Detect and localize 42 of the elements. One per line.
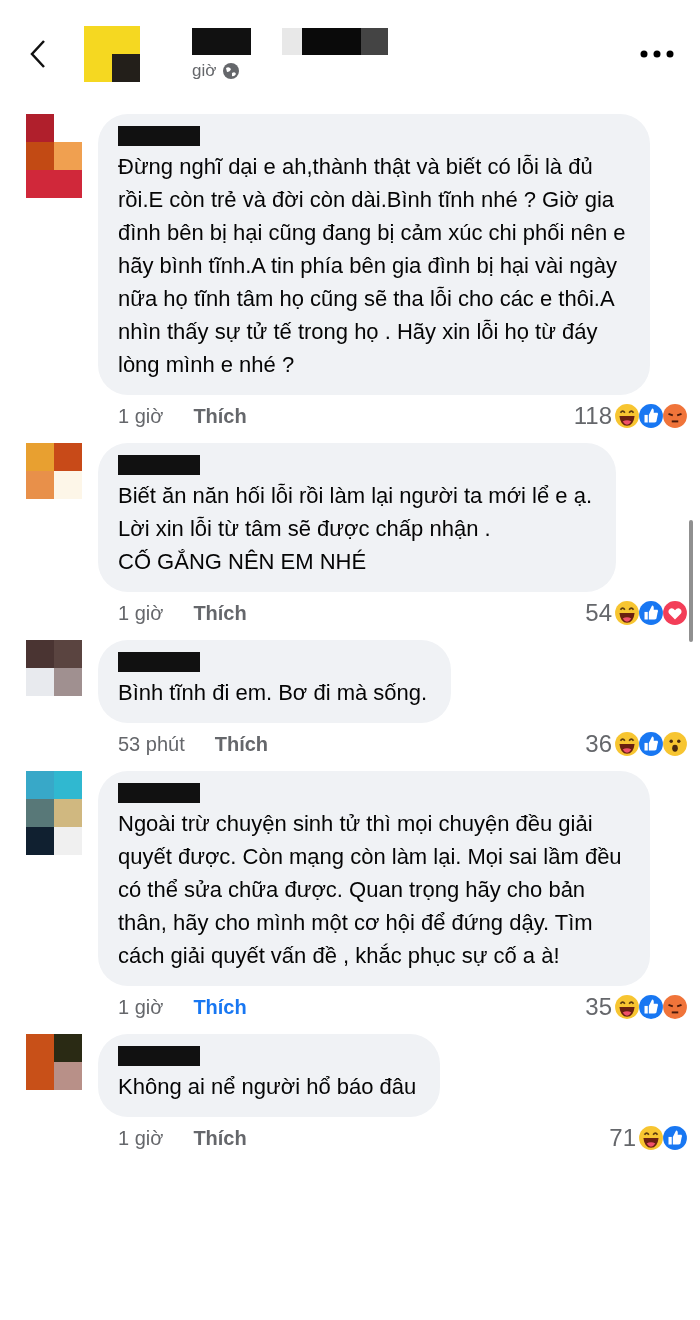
comment-time: 1 giờ <box>118 601 164 626</box>
comment-text: Biết ăn năn hối lỗi rồi làm lại người ta mới lể e ạ. Lời xin lỗi từ tâm sẽ được chấp nhận . CỐ GẮNG NÊN EM NHÉ <box>118 482 593 576</box>
reaction-count: 36 <box>585 731 612 757</box>
comment-time: 1 giờ <box>118 995 164 1020</box>
avatar <box>26 640 82 696</box>
comment-text: Bình tĩnh đi em. Bơ đi mà sống. <box>118 679 428 707</box>
like-link[interactable]: Thích <box>193 994 247 1020</box>
comment-time: 53 phút <box>118 732 185 757</box>
avatar <box>26 1034 82 1090</box>
comment-text: Đừng nghĩ dại e ah,thành thật và biết có lỗi là đủ rồi.E còn trẻ và đời còn dài.Bình tĩnh nhé ? Giờ gia đình bên bị hại cũng đang bị cảm xúc chi phối nên e hãy bình tĩnh.A tin phía bên gia đình bị hại vài ngày nữa họ tĩnh tâm họ cũng sẽ tha lỗi cho các e thôi.A nhìn thấy sự tử tế trong họ . Hãy xin lỗi họ từ đáy lòng mình e nhé ? <box>118 153 626 379</box>
avatar <box>26 443 82 499</box>
more-icon[interactable] <box>640 50 674 58</box>
like-reaction-icon <box>638 731 664 757</box>
back-icon[interactable] <box>30 39 46 69</box>
laughing-face-icon <box>614 403 640 429</box>
avatar <box>84 26 140 82</box>
post-time: giờ <box>192 60 217 81</box>
comment-time: 1 giờ <box>118 404 164 429</box>
like-reaction-icon <box>638 994 664 1020</box>
reaction-count: 71 <box>609 1125 636 1151</box>
like-reaction-icon <box>662 1125 688 1151</box>
like-link[interactable]: Thích <box>193 1125 247 1151</box>
laughing-face-icon <box>614 994 640 1020</box>
laughing-face-icon <box>638 1125 664 1151</box>
like-link[interactable]: Thích <box>193 600 247 626</box>
laughing-face-icon <box>614 600 640 626</box>
like-link[interactable]: Thích <box>193 403 247 429</box>
comment-text: Ngoài trừ chuyện sinh tử thì mọi chuyện đều giải quyết được. Còn mạng còn làm lại. Mọi sai lầm đều có thể sửa chữa được. Quan trọng hãy cho bản thân, hãy cho mình một cơ hội để đứng dậy. Tìm cách giải quyết vấn đề , khắc phục sự cố a à! <box>118 810 623 970</box>
globe-icon <box>222 61 241 80</box>
angry-face-icon <box>662 403 688 429</box>
angry-face-icon <box>662 994 688 1020</box>
comment-text: Không ai nể người hổ báo đâu <box>118 1073 417 1101</box>
surprised-face-icon <box>662 731 688 757</box>
reaction-count: 54 <box>585 600 612 626</box>
like-link[interactable]: Thích <box>214 731 269 757</box>
laughing-face-icon <box>614 731 640 757</box>
comment-time: 1 giờ <box>118 1126 164 1151</box>
reaction-count: 118 <box>573 403 612 429</box>
heart-reaction-icon <box>662 600 688 626</box>
reaction-count: 35 <box>585 994 612 1020</box>
like-reaction-icon <box>638 403 664 429</box>
like-reaction-icon <box>638 600 664 626</box>
